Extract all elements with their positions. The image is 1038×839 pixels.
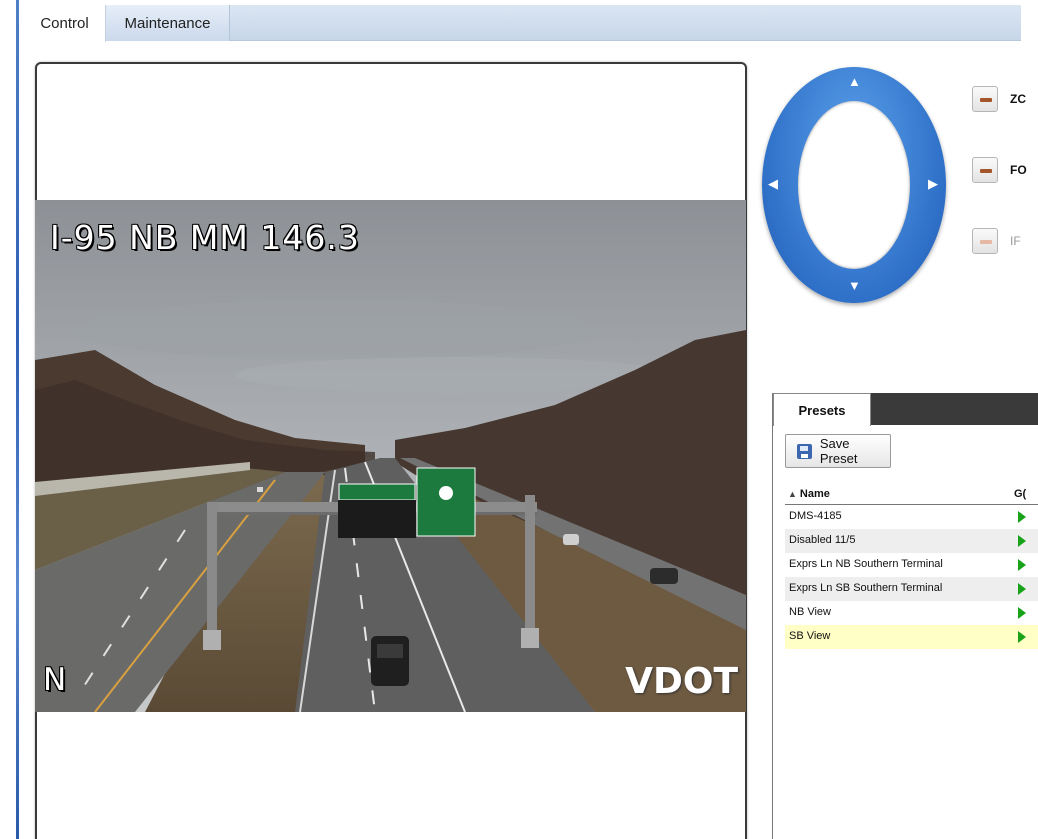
save-disk-icon bbox=[797, 443, 812, 459]
preset-row[interactable]: Exprs Ln NB Southern Terminal bbox=[785, 553, 1038, 577]
iris-control: IF bbox=[972, 228, 1038, 258]
go-column-header: G( bbox=[1014, 488, 1027, 500]
camera-scene bbox=[35, 200, 746, 712]
name-column-header[interactable]: ▲ Name bbox=[788, 488, 830, 500]
camera-video-feed[interactable]: I-95 NB MM 146.3 N VDOT bbox=[35, 200, 746, 712]
tab-bar: Control Maintenance bbox=[24, 5, 1021, 42]
pan-left-icon[interactable]: ◀ bbox=[768, 177, 778, 190]
go-to-preset-icon[interactable] bbox=[1018, 559, 1026, 571]
save-preset-button[interactable]: Save Preset bbox=[785, 434, 891, 468]
iris-label: IF bbox=[1010, 234, 1021, 248]
preset-name: SB View bbox=[789, 630, 831, 642]
camera-title-overlay: I-95 NB MM 146.3 bbox=[50, 218, 360, 257]
presets-table-body: DMS-4185 Disabled 11/5 Exprs Ln NB South… bbox=[785, 505, 1038, 649]
zoom-out-button[interactable] bbox=[972, 86, 998, 112]
tab-maintenance[interactable]: Maintenance bbox=[106, 5, 230, 41]
preset-name: Exprs Ln NB Southern Terminal bbox=[789, 558, 943, 570]
preset-row[interactable]: Disabled 11/5 bbox=[785, 529, 1038, 553]
edge-line bbox=[16, 0, 19, 839]
preset-name: Exprs Ln SB Southern Terminal bbox=[789, 582, 943, 594]
camera-direction-overlay: N bbox=[43, 662, 67, 698]
go-to-preset-icon[interactable] bbox=[1018, 631, 1026, 643]
presets-tab-bar: Presets bbox=[773, 393, 1038, 426]
ptz-control-window: Control Maintenance I-95 NB MM 146.3 N V… bbox=[0, 0, 1038, 839]
zoom-control: ZC bbox=[972, 86, 1038, 116]
go-to-preset-icon[interactable] bbox=[1018, 607, 1026, 619]
pan-right-icon[interactable]: ▶ bbox=[928, 177, 938, 190]
ptz-joystick[interactable]: ▲ ▼ ◀ ▶ bbox=[762, 67, 946, 303]
minus-icon bbox=[980, 240, 992, 244]
iris-close-button[interactable] bbox=[972, 228, 998, 254]
preset-row[interactable]: DMS-4185 bbox=[785, 505, 1038, 529]
tab-presets[interactable]: Presets bbox=[773, 393, 871, 426]
focus-control: FO bbox=[972, 157, 1038, 187]
preset-row[interactable]: Exprs Ln SB Southern Terminal bbox=[785, 577, 1038, 601]
save-preset-label: Save Preset bbox=[819, 436, 858, 466]
zoom-label: ZC bbox=[1010, 92, 1026, 106]
pan-up-icon[interactable]: ▲ bbox=[848, 75, 861, 88]
camera-brand-overlay: VDOT bbox=[625, 661, 738, 702]
go-to-preset-icon[interactable] bbox=[1018, 511, 1026, 523]
pan-down-icon[interactable]: ▼ bbox=[848, 279, 861, 292]
preset-name: Disabled 11/5 bbox=[789, 534, 856, 546]
go-to-preset-icon[interactable] bbox=[1018, 535, 1026, 547]
preset-row[interactable]: NB View bbox=[785, 601, 1038, 625]
ptz-center-pad[interactable] bbox=[798, 101, 910, 269]
focus-out-button[interactable] bbox=[972, 157, 998, 183]
preset-row-selected[interactable]: SB View bbox=[785, 625, 1038, 649]
minus-icon bbox=[980, 169, 992, 173]
sort-ascending-icon: ▲ bbox=[788, 489, 797, 499]
presets-panel: Presets Save Preset ▲ Name G( DMS-4185 Di… bbox=[772, 393, 1038, 839]
preset-name: NB View bbox=[789, 606, 831, 618]
presets-table-header: ▲ Name G( bbox=[785, 488, 1038, 505]
preset-name: DMS-4185 bbox=[789, 510, 842, 522]
go-to-preset-icon[interactable] bbox=[1018, 583, 1026, 595]
name-column-label: Name bbox=[799, 488, 830, 500]
window-edge bbox=[0, 0, 20, 839]
focus-label: FO bbox=[1010, 163, 1027, 177]
minus-icon bbox=[980, 98, 992, 102]
tab-control[interactable]: Control bbox=[24, 5, 106, 42]
